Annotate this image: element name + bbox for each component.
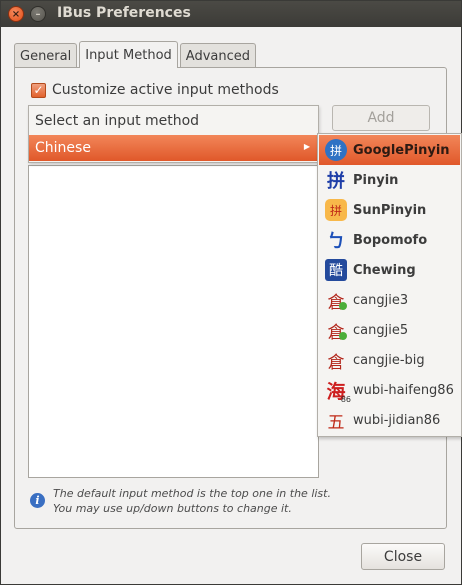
input-method-list[interactable] — [28, 165, 319, 478]
tab-input-method[interactable]: Input Method — [79, 41, 178, 68]
submenu-item-cangjie3[interactable]: 倉 cangjie3 — [319, 285, 460, 315]
submenu-item-sunpinyin[interactable]: 拼 SunPinyin — [319, 195, 460, 225]
ibus-preferences-window: × – IBus Preferences General Input Metho… — [0, 0, 462, 585]
sunpinyin-icon: 拼 — [325, 199, 347, 221]
window-close-button[interactable]: × — [8, 6, 24, 22]
tab-bar: General Input Method Advanced — [14, 41, 258, 68]
window-title: IBus Preferences — [57, 5, 191, 21]
customize-label[interactable]: Customize active input methods — [52, 82, 279, 98]
submenu-item-label: GooglePinyin — [353, 142, 450, 158]
title-bar[interactable]: × – IBus Preferences — [1, 1, 461, 27]
add-button[interactable]: Add — [332, 105, 430, 131]
submenu-item-label: cangjie-big — [353, 352, 425, 368]
window-minimize-button[interactable]: – — [30, 6, 46, 22]
minimize-icon: – — [35, 8, 41, 20]
chinese-submenu: 拼 GooglePinyin 拼 Pinyin 拼 SunPinyin ㄅ Bo… — [317, 133, 462, 437]
cangjie3-icon: 倉 — [325, 289, 347, 313]
close-icon: × — [11, 8, 21, 20]
submenu-item-chewing[interactable]: 酷 Chewing — [319, 255, 460, 285]
submenu-item-label: Bopomofo — [353, 232, 428, 248]
cangjie5-icon: 倉 — [325, 319, 347, 343]
googlepinyin-icon: 拼 — [325, 139, 347, 161]
info-text: The default input method is the top one … — [53, 486, 331, 516]
input-method-dropdown-menu: Select an input method Chinese ▶ — [28, 105, 319, 163]
submenu-item-wubi-haifeng86[interactable]: 海 86 wubi-haifeng86 — [319, 375, 460, 405]
tab-advanced[interactable]: Advanced — [179, 43, 257, 68]
wubi-haifeng86-icon: 海 86 — [326, 380, 351, 405]
submenu-item-label: wubi-jidian86 — [353, 412, 441, 428]
menu-item-chinese-label: Chinese — [35, 140, 91, 156]
submenu-item-label: cangjie5 — [353, 322, 409, 338]
submenu-item-label: Pinyin — [353, 172, 399, 188]
menu-item-chinese[interactable]: Chinese ▶ — [29, 135, 318, 161]
bopomofo-icon: ㄅ — [327, 231, 345, 252]
close-button[interactable]: Close — [361, 543, 445, 570]
pinyin-icon: 拼 — [327, 171, 345, 192]
submenu-item-googlepinyin[interactable]: 拼 GooglePinyin — [319, 135, 460, 165]
menu-header-select-input-method[interactable]: Select an input method — [29, 108, 318, 134]
submenu-item-cangjie5[interactable]: 倉 cangjie5 — [319, 315, 460, 345]
submenu-item-cangjie-big[interactable]: 倉 cangjie-big — [319, 345, 460, 375]
info-line-1: The default input method is the top one … — [53, 487, 331, 500]
submenu-item-wubi-jidian86[interactable]: 五 wubi-jidian86 — [319, 405, 460, 435]
info-icon: i — [30, 493, 45, 508]
submenu-arrow-icon: ▶ — [303, 142, 310, 151]
wubi-jidian86-icon: 五 — [327, 412, 345, 433]
chewing-icon: 酷 — [325, 259, 347, 281]
submenu-item-label: SunPinyin — [353, 202, 427, 218]
customize-checkbox[interactable]: ✓ — [31, 83, 46, 98]
submenu-item-label: wubi-haifeng86 — [353, 382, 454, 398]
submenu-item-label: cangjie3 — [353, 292, 409, 308]
submenu-item-label: Chewing — [353, 262, 416, 278]
tab-general[interactable]: General — [14, 43, 78, 68]
submenu-item-bopomofo[interactable]: ㄅ Bopomofo — [319, 225, 460, 255]
info-line-2: You may use up/down buttons to change it… — [53, 502, 292, 515]
submenu-item-pinyin[interactable]: 拼 Pinyin — [319, 165, 460, 195]
cangjie-big-icon: 倉 — [327, 352, 345, 373]
